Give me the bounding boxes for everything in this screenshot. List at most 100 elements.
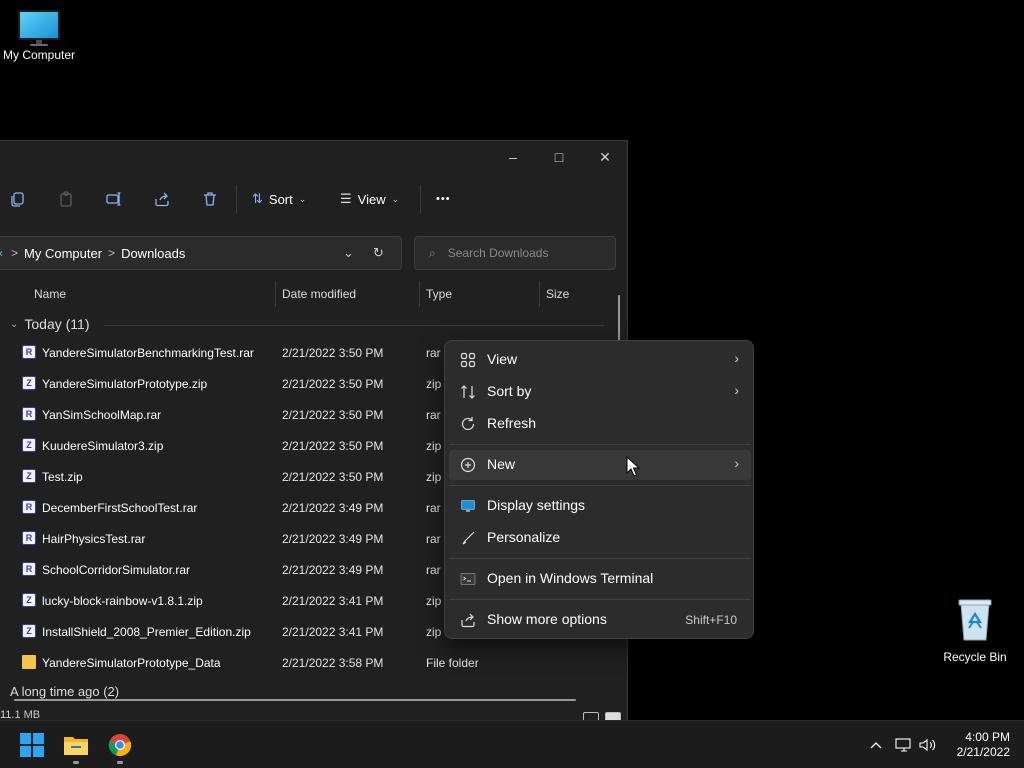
menu-separator (449, 444, 751, 445)
details-view-icon[interactable] (583, 712, 599, 720)
group-header-long-ago[interactable]: A long time ago (2) (10, 684, 119, 699)
volume-icon[interactable] (918, 736, 938, 754)
file-date: 2/21/2022 3:50 PM (282, 377, 384, 391)
back-arrow-icon: ‹ (0, 246, 3, 260)
taskbar-clock[interactable]: 4:00 PM 2/21/2022 (940, 730, 1010, 760)
breadcrumb-my-computer[interactable]: My Computer (24, 246, 102, 261)
clock-time: 4:00 PM (965, 730, 1010, 744)
chevron-down-icon[interactable]: ⌄ (343, 245, 354, 261)
command-separator (420, 185, 421, 213)
chevron-down-icon: ⌄ (298, 193, 307, 204)
start-button[interactable] (18, 731, 46, 759)
menu-item-shortcut: Shift+F10 (685, 613, 737, 627)
menu-item-label: Refresh (487, 415, 537, 431)
menu-item-view[interactable]: View › (449, 345, 751, 375)
group-divider (104, 325, 604, 326)
desktop-context-menu: View › Sort by › Refresh New › Display s… (444, 340, 754, 639)
running-indicator (73, 761, 79, 764)
menu-item-label: View (487, 351, 518, 367)
view-button[interactable]: ☰ View ⌄ (340, 187, 399, 211)
share-icon[interactable] (150, 187, 174, 211)
breadcrumb-downloads[interactable]: Downloads (121, 246, 185, 261)
menu-item-sort-by[interactable]: Sort by › (449, 377, 751, 407)
breadcrumb-separator: > (11, 246, 19, 260)
plus-circle-icon (459, 456, 477, 474)
rar-archive-icon: R (22, 407, 36, 421)
more-options-button[interactable]: ••• (436, 187, 451, 211)
title-bar[interactable]: – □ ✕ (0, 141, 627, 173)
menu-item-label: Open in Windows Terminal (487, 570, 654, 586)
chevron-right-icon: › (734, 455, 739, 471)
column-header-name[interactable]: Name (34, 281, 66, 307)
menu-item-personalize[interactable]: Personalize (449, 523, 751, 553)
windows-logo-icon (20, 733, 44, 757)
file-type: zip (426, 439, 442, 453)
sort-icon (459, 383, 477, 401)
copy-icon[interactable] (6, 187, 30, 211)
file-date: 2/21/2022 3:49 PM (282, 532, 384, 546)
rar-archive-icon: R (22, 345, 36, 359)
file-date: 2/21/2022 3:50 PM (282, 439, 384, 453)
column-divider[interactable] (539, 281, 540, 307)
file-date: 2/21/2022 3:50 PM (282, 346, 384, 360)
chevron-right-icon: › (734, 350, 739, 366)
file-type: File folder (426, 656, 479, 670)
menu-item-refresh[interactable]: Refresh (449, 409, 751, 439)
rar-archive-icon: R (22, 531, 36, 545)
close-button[interactable]: ✕ (582, 141, 627, 173)
desktop-icon-my-computer[interactable]: My Computer (0, 8, 78, 62)
delete-icon[interactable] (198, 187, 222, 211)
menu-item-label: Display settings (487, 497, 586, 513)
menu-item-open-terminal[interactable]: Open in Windows Terminal (449, 564, 751, 594)
column-divider[interactable] (419, 281, 420, 307)
column-header-type[interactable]: Type (426, 281, 452, 307)
file-type: rar (426, 563, 441, 577)
file-type: zip (426, 625, 442, 639)
menu-separator (449, 485, 751, 486)
file-name: lucky-block-rainbow-v1.8.1.zip (42, 594, 203, 608)
file-name: KuudereSimulator3.zip (42, 439, 164, 453)
sort-button[interactable]: ⇅ Sort ⌄ (252, 187, 306, 211)
file-row[interactable]: YandereSimulatorPrototype_Data 2/21/2022 … (0, 648, 600, 679)
menu-item-label: Sort by (487, 383, 532, 399)
column-header-date[interactable]: Date modified (282, 281, 356, 307)
minimize-button[interactable]: – (490, 141, 536, 173)
zip-archive-icon: Z (22, 376, 36, 390)
search-input[interactable]: ⌕ Search Downloads (414, 236, 616, 270)
menu-separator (449, 599, 751, 600)
running-indicator (117, 761, 123, 764)
group-label: Today (11) (24, 316, 90, 332)
refresh-icon[interactable]: ↻ (373, 245, 384, 261)
file-name: Test.zip (42, 470, 83, 484)
clock-date: 2/21/2022 (956, 745, 1010, 759)
file-type: zip (426, 377, 442, 391)
rename-icon[interactable] (102, 187, 126, 211)
folder-icon (22, 655, 36, 669)
menu-item-display-settings[interactable]: Display settings (449, 491, 751, 521)
maximize-button[interactable]: □ (536, 141, 582, 173)
desktop-icon-recycle-bin[interactable]: Recycle Bin (940, 596, 1010, 664)
file-name: SchoolCorridorSimulator.rar (42, 563, 191, 577)
column-divider[interactable] (275, 281, 276, 307)
chevron-up-icon[interactable] (866, 736, 886, 754)
command-bar: ⇅ Sort ⌄ ☰ View ⌄ ••• (0, 179, 627, 219)
group-header-today[interactable]: ⌄ Today (11) (10, 316, 90, 332)
file-date: 2/21/2022 3:49 PM (282, 501, 384, 515)
address-bar[interactable]: ‹ > My Computer > Downloads ⌄ ↻ (0, 236, 402, 270)
taskbar-chrome[interactable] (106, 731, 134, 759)
menu-item-label: Personalize (487, 529, 561, 545)
rar-archive-icon: R (22, 562, 36, 576)
menu-item-show-more-options[interactable]: Show more options Shift+F10 (449, 605, 751, 635)
chevron-down-icon: ⌄ (10, 318, 19, 330)
tiles-view-icon[interactable] (605, 712, 621, 720)
horizontal-scrollbar[interactable] (14, 699, 576, 701)
column-header-size[interactable]: Size (546, 281, 569, 307)
menu-separator (449, 558, 751, 559)
network-icon[interactable] (894, 736, 914, 754)
menu-item-new[interactable]: New › (449, 450, 751, 480)
desktop-icon-label: Recycle Bin (943, 650, 1007, 664)
taskbar-file-explorer[interactable] (62, 731, 90, 759)
paste-icon[interactable] (54, 187, 78, 211)
chevron-right-icon: › (734, 382, 739, 398)
sort-label: Sort (268, 191, 293, 207)
